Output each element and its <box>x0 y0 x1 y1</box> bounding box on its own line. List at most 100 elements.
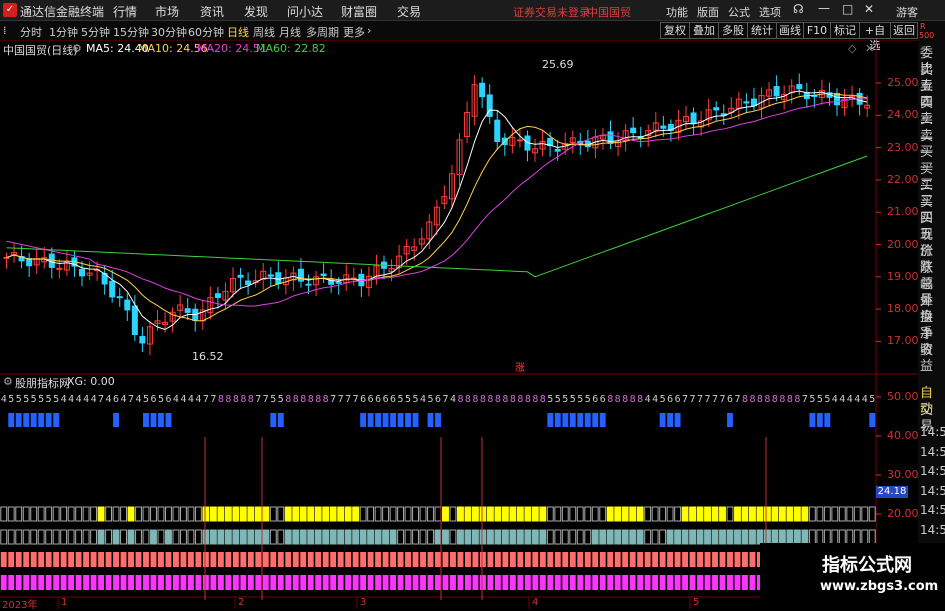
period-daily[interactable]: 日线 <box>227 24 249 40</box>
magenta-bar <box>68 575 75 590</box>
yellow-bar <box>838 506 846 522</box>
salmon-bar <box>382 552 389 567</box>
blue-block <box>869 413 876 427</box>
period-1min[interactable]: 1分钟 <box>49 24 78 40</box>
magenta-bar <box>479 575 486 590</box>
indicator-digit: 8 <box>779 394 785 405</box>
f10-button[interactable]: F10 <box>803 22 831 39</box>
salmon-bar <box>187 552 194 567</box>
period-60min[interactable]: 60分钟 <box>188 24 224 40</box>
current-stock: 中国国贸 <box>587 6 631 19</box>
add-favorite-button[interactable]: +自选 <box>859 22 891 52</box>
close-icon[interactable]: ✕ <box>864 2 874 16</box>
magenta-bar <box>742 575 748 590</box>
corner-num: 500 <box>919 31 935 40</box>
magenta-bar <box>307 575 314 590</box>
salmon-bar <box>427 552 434 567</box>
login-notice[interactable]: 证券交易未登录 <box>513 4 590 20</box>
minimize-icon[interactable]: — <box>818 1 830 15</box>
salmon-bar <box>0 552 7 567</box>
yellow-bar <box>389 506 397 522</box>
teal-bar <box>831 529 839 545</box>
blue-block <box>599 413 606 427</box>
period-intraday[interactable]: 分时 <box>20 24 42 40</box>
more-chevron-icon[interactable]: › <box>367 24 371 37</box>
yellow-bar <box>90 506 98 522</box>
salmon-bar <box>689 552 696 567</box>
menu-formula[interactable]: 公式 <box>728 4 750 20</box>
yellow-bar <box>763 506 771 522</box>
menu-market[interactable]: 市场 <box>155 3 179 20</box>
statistics-button[interactable]: 统计 <box>747 22 777 39</box>
headset-icon[interactable]: ☊ <box>793 2 804 16</box>
teal-bar <box>711 529 719 545</box>
month-label: 1 <box>61 597 68 608</box>
salmon-bar <box>420 552 426 567</box>
menu-discover[interactable]: 发现 <box>244 3 268 20</box>
teal-bar <box>382 529 390 545</box>
panel-close-icon[interactable]: ✕ <box>865 42 874 55</box>
candle <box>335 281 342 284</box>
period-multi[interactable]: 多周期 <box>306 24 339 40</box>
mark-button[interactable]: 标记 <box>830 22 860 39</box>
period-30min[interactable]: 30分钟 <box>151 24 187 40</box>
toolbar-handle-icon[interactable]: ⁞ <box>3 24 7 37</box>
magenta-bar <box>435 575 441 590</box>
magenta-bar <box>345 575 352 590</box>
salmon-bar <box>300 552 307 567</box>
magenta-bar <box>337 575 344 590</box>
chart-settings-icon[interactable]: ⚙ <box>72 42 82 55</box>
salmon-bar <box>375 552 382 567</box>
draw-line-button[interactable]: 画线 <box>776 22 804 39</box>
watermark-title: 指标公式网 <box>822 555 912 576</box>
period-15min[interactable]: 15分钟 <box>113 24 149 40</box>
teal-bar <box>576 529 584 545</box>
magenta-bar <box>225 575 232 590</box>
menu-layout[interactable]: 版面 <box>697 4 719 20</box>
period-weekly[interactable]: 周线 <box>253 24 275 40</box>
teal-bar <box>359 529 367 545</box>
period-5min[interactable]: 5分钟 <box>81 24 110 40</box>
user-guest[interactable]: 游客 <box>896 4 918 20</box>
salmon-bar <box>682 552 689 567</box>
candle <box>131 305 138 335</box>
salmon-bar <box>644 552 651 567</box>
menu-trade[interactable]: 交易 <box>397 3 421 20</box>
magenta-bar <box>300 575 307 590</box>
back-button[interactable]: 返回 <box>890 22 918 39</box>
salmon-bar <box>517 552 524 567</box>
indicator-digit: 8 <box>772 394 778 405</box>
yellow-bar <box>442 506 449 522</box>
indicator-digit: 4 <box>862 394 868 405</box>
maximize-icon[interactable]: □ <box>842 2 853 16</box>
menu-function[interactable]: 功能 <box>666 4 688 20</box>
salmon-bar <box>322 552 329 567</box>
indicator-digit: 4 <box>854 394 860 405</box>
diamond-icon[interactable]: ◇ <box>848 42 856 55</box>
salmon-bar <box>442 552 449 567</box>
menu-news[interactable]: 资讯 <box>200 3 224 20</box>
indicator-digit: 7 <box>802 394 808 405</box>
overlay-button[interactable]: 叠加 <box>689 22 719 39</box>
menu-ask[interactable]: 问小达 <box>287 3 323 20</box>
restore-rights-button[interactable]: 复权 <box>660 22 690 39</box>
blue-block <box>667 413 674 427</box>
teal-bar <box>97 529 105 545</box>
indicator-digit: 8 <box>315 394 321 405</box>
menu-quotes[interactable]: 行情 <box>113 3 137 20</box>
month-label: 2 <box>238 597 245 608</box>
kline-chart[interactable]: 4555555544444746474565644447788888775588… <box>0 40 918 609</box>
period-monthly[interactable]: 月线 <box>279 24 301 40</box>
multi-stock-button[interactable]: 多股 <box>718 22 748 39</box>
period-more[interactable]: 更多 <box>343 24 365 40</box>
menu-options[interactable]: 选项 <box>759 4 781 20</box>
magenta-bar <box>637 575 644 590</box>
indicator-settings-icon[interactable]: ⚙ <box>3 375 13 388</box>
yellow-bar <box>7 506 15 522</box>
blue-block <box>809 413 816 427</box>
menu-wealth-circle[interactable]: 财富圈 <box>341 3 377 20</box>
magenta-bar <box>554 575 561 590</box>
yellow-bar <box>217 506 225 522</box>
teal-bar <box>277 529 285 545</box>
salmon-bar <box>98 552 105 567</box>
